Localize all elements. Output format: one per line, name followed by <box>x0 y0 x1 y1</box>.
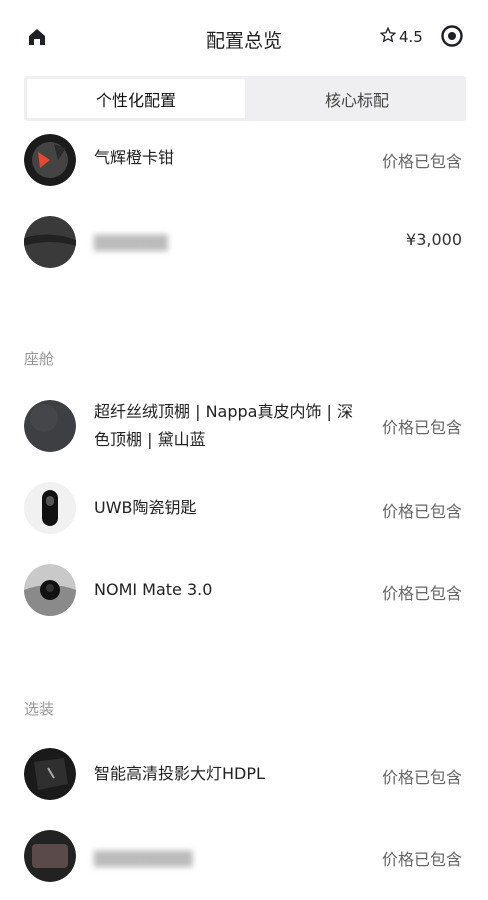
tab-core-standard[interactable]: 核心标配 <box>248 76 466 121</box>
item-name: 智能高清投影大灯HDPL <box>94 764 265 783</box>
config-tabs: 个性化配置 核心标配 <box>24 76 466 121</box>
headliner-thumbnail <box>24 400 76 452</box>
list-item[interactable]: 超纤丝绒顶棚 | Nappa真皮内饰 | 深色顶棚 | 黛山蓝 价格已包含 <box>0 398 488 456</box>
item-price: 价格已包含 <box>381 418 462 437</box>
item-name: NOMI Mate 3.0 <box>94 580 213 599</box>
item-price: 价格已包含 <box>381 768 462 787</box>
list-item[interactable]: ▇▇▇▇▇▇ ¥3,000 <box>0 212 488 272</box>
rating-display[interactable]: 4.5 <box>379 26 423 47</box>
list-item[interactable]: 智能高清投影大灯HDPL 价格已包含 <box>0 748 488 806</box>
headlight-thumbnail <box>24 748 76 800</box>
tab-personalized-config[interactable]: 个性化配置 <box>27 79 245 118</box>
rating-value: 4.5 <box>399 28 423 46</box>
list-item[interactable]: ▇▇▇▇▇▇▇▇ 价格已包含 <box>0 830 488 888</box>
top-bar: 配置总览 4.5 <box>0 0 488 76</box>
target-icon[interactable] <box>440 24 464 48</box>
caliper-thumbnail <box>24 134 76 186</box>
item-price: 价格已包含 <box>381 584 462 603</box>
item-price: 价格已包含 <box>381 502 462 521</box>
key-thumbnail <box>24 482 76 534</box>
star-icon <box>379 26 397 47</box>
item-name: ▇▇▇▇▇▇▇▇ <box>94 848 193 867</box>
item-price: 价格已包含 <box>381 850 462 869</box>
item-name: 气辉橙卡钳 <box>94 148 175 167</box>
list-item[interactable]: NOMI Mate 3.0 价格已包含 <box>0 564 488 622</box>
list-item[interactable]: 气辉橙卡钳 价格已包含 <box>0 130 488 190</box>
section-title-optional: 选装 <box>24 700 55 718</box>
item-name: ▇▇▇▇▇▇ <box>94 232 168 251</box>
item-price: ¥3,000 <box>406 230 462 249</box>
item-name: 超纤丝绒顶棚 | Nappa真皮内饰 | 深色顶棚 | 黛山蓝 <box>94 402 354 449</box>
item-price: 价格已包含 <box>381 152 462 171</box>
option-thumbnail <box>24 830 76 882</box>
nomi-thumbnail <box>24 564 76 616</box>
list-item[interactable]: UWB陶瓷钥匙 价格已包含 <box>0 482 488 540</box>
interior-thumbnail <box>24 216 76 268</box>
item-name: UWB陶瓷钥匙 <box>94 498 197 517</box>
section-title-cabin: 座舱 <box>24 350 55 368</box>
